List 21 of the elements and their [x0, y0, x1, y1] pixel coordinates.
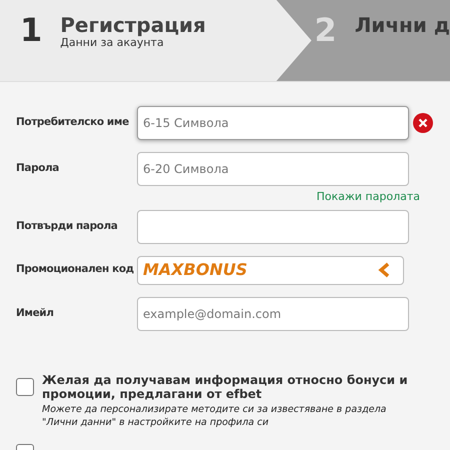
- consent-text: Желая да получавам информация относно бонуси и промоции, предлагани от efbet: [42, 372, 409, 400]
- step-tab[interactable]: 2 Лични д: [276, 0, 450, 81]
- input-field[interactable]: example@domain.com: [137, 296, 409, 330]
- step-title: Лични д: [354, 14, 450, 36]
- step-number: 2: [314, 14, 337, 46]
- field-label: Парола: [15, 161, 60, 176]
- field-label: Потвърди парола: [15, 218, 118, 234]
- promo-code-field[interactable]: MAXBONUS: [137, 256, 404, 284]
- checkbox[interactable]: [16, 378, 34, 396]
- field-label: Имейл: [15, 306, 55, 321]
- field-label: Потребителско име: [15, 115, 130, 130]
- input-field[interactable]: 6-15 Символа: [137, 106, 409, 140]
- field-label: Промоционален код: [15, 262, 135, 278]
- chevron-left-icon: [378, 262, 390, 278]
- consent-note: Можете да персонализирате методите си за известяване в раздела "Лични данни" в настройките на профила си: [42, 402, 388, 428]
- input-field[interactable]: 6-20 Символа: [137, 152, 409, 186]
- step-subtitle: Данни за акаунта: [60, 36, 164, 49]
- step-number: 1: [20, 14, 42, 46]
- step-title: Регистрация: [60, 14, 206, 36]
- show-password-link[interactable]: Покажи паролата: [316, 189, 420, 206]
- input-field[interactable]: [137, 210, 409, 244]
